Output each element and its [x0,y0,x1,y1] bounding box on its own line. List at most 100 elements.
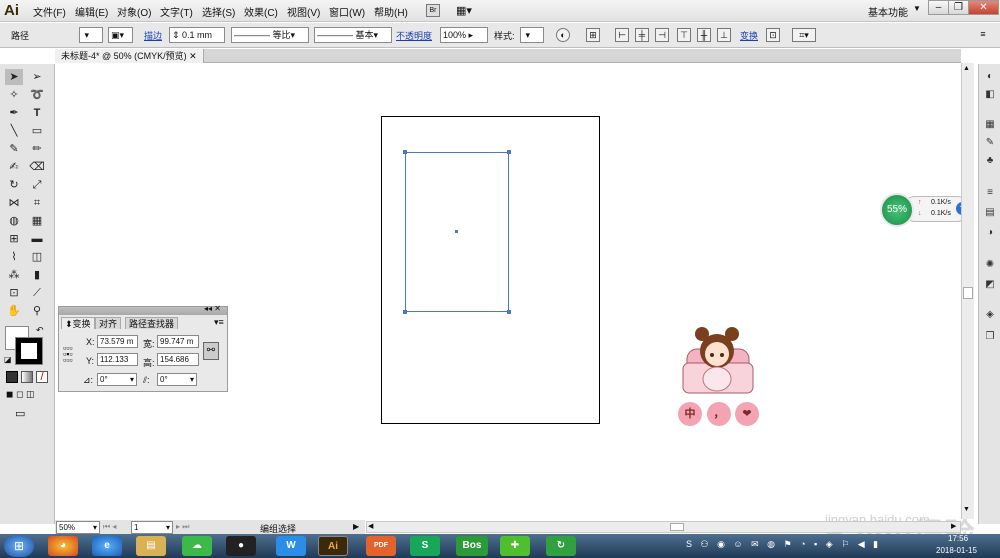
selection-tool-icon[interactable]: ➤ [5,69,23,85]
tab-pathfinder[interactable]: 路径查找器 [125,317,179,329]
artboard-number-field[interactable]: 1 ▾ [131,521,173,534]
menu-file[interactable]: 文件(F) [33,4,66,19]
scroll-down-icon[interactable]: ▼ [963,506,970,513]
scroll-right-icon[interactable]: ▶ [951,522,956,530]
rotate-angle-field[interactable]: 0° ▾ [97,373,137,386]
menu-view[interactable]: 视图(V) [287,4,320,19]
workspace-switcher[interactable]: 基本功能 [868,4,908,19]
bridge-button[interactable]: Br [426,4,440,17]
pen-tool-icon[interactable]: ✒ [5,105,23,121]
free-transform-tool-icon[interactable]: ⌗ [28,195,46,211]
hand-tool-icon[interactable]: ✋ [5,303,23,319]
mesh-tool-icon[interactable]: ⊞ [5,231,23,247]
app-explorer-icon[interactable]: ▤ [136,536,166,556]
app-bos-icon[interactable]: Bos [456,536,488,556]
minimize-icon[interactable]: – [928,0,949,15]
zoom-tool-icon[interactable]: ⚲ [28,303,46,319]
status-menu-icon[interactable]: ▶ [353,522,359,531]
none-mode-icon[interactable]: / [36,371,48,383]
column-graph-tool-icon[interactable]: ▮ [28,267,46,283]
constrain-proportions-icon[interactable]: ⚯ [203,342,219,360]
canvas-area[interactable]: 中 ， ❤ Baidu经验 jingyan.baidu.com [55,63,974,551]
swap-fill-stroke-icon[interactable]: ↶ [36,325,44,336]
align-left-icon[interactable]: ⊢ [615,28,629,42]
collapse-panel-icon[interactable]: ◂◂ ✕ [204,304,221,313]
y-field[interactable]: 112.133 [97,353,138,366]
height-field[interactable]: 154.686 [157,353,199,366]
brush-definition[interactable]: ———— 基本▾ [314,27,392,43]
perspective-grid-tool-icon[interactable]: ▦ [28,213,46,229]
rotate-tool-icon[interactable]: ↻ [5,177,23,193]
last-artboard-icon[interactable]: ▸ ⏭ [176,522,189,532]
handle-bottom-right[interactable] [507,310,511,314]
symbol-sprayer-tool-icon[interactable]: ⁂ [5,267,23,283]
direct-selection-tool-icon[interactable]: ➢ [28,69,46,85]
app-wps-writer-icon[interactable]: W [276,536,306,556]
x-field[interactable]: 73.579 m [97,335,138,348]
app-pdf-icon[interactable]: PDF [366,536,396,556]
eraser-tool-icon[interactable]: ⌫ [28,159,46,175]
lasso-tool-icon[interactable]: ➰ [28,87,46,103]
arrange-documents-icon[interactable]: ▦▾ [456,4,472,17]
eyedropper-tool-icon[interactable]: ⌇ [5,249,23,265]
shape-builder-tool-icon[interactable]: ◍ [5,213,23,229]
menu-text[interactable]: 文字(T) [160,4,193,19]
gradient-tool-icon[interactable]: ▬ [28,231,46,247]
style-swatch[interactable]: ▾ [520,27,544,43]
system-tray-icons[interactable]: S ⚇ ◉ ☺ ✉ ◍ ⚑ ◔ ▪ ◈ ⚐ ◀ ▮ [686,539,886,553]
paintbrush-tool-icon[interactable]: ✎ [5,141,23,157]
selected-rectangle[interactable] [403,150,511,314]
blob-brush-tool-icon[interactable]: ✍ [5,159,23,175]
close-icon[interactable]: ✕ [968,0,999,15]
start-button-icon[interactable]: ⊞ [4,535,34,557]
zoom-level-field[interactable]: 50% ▾ [56,521,100,534]
restore-icon[interactable]: ❐ [948,0,969,15]
appearance-panel-icon[interactable]: ✺ [983,258,997,271]
align-right-icon[interactable]: ⊣ [655,28,669,42]
align-center-icon[interactable]: ╪ [635,28,649,42]
symbols-panel-icon[interactable]: ♣ [983,154,997,167]
app-qq-icon[interactable]: ● [226,536,256,556]
brushes-panel-icon[interactable]: ✎ [983,136,997,149]
slice-tool-icon[interactable]: ⟋ [28,285,46,301]
close-tab-icon[interactable]: ✕ [189,51,197,61]
color-panel-icon[interactable]: ◐ [983,70,997,83]
swatches-panel-icon[interactable]: ▦ [983,118,997,131]
stroke-swatch[interactable] [15,337,43,365]
width-tool-icon[interactable]: ⋈ [5,195,23,211]
menu-object[interactable]: 对象(O) [117,4,151,19]
width-field[interactable]: 99.747 m [157,335,199,348]
align-to-icon[interactable]: ⊞ [586,28,600,42]
align-middle-icon[interactable]: ╫ [697,28,711,42]
blend-tool-icon[interactable]: ◫ [28,249,46,265]
menu-help[interactable]: 帮助(H) [374,4,408,19]
app-wechat-icon[interactable]: ☁ [182,536,212,556]
horizontal-scrollbar[interactable]: ◀ ▶ [366,521,961,533]
isolate-group-icon[interactable]: ⊡ [766,28,780,42]
app-ie-icon[interactable]: e [92,536,122,556]
pencil-tool-icon[interactable]: ✏ [28,141,46,157]
reference-point-icon[interactable]: ▫▫▫ ▫▪▫ ▫▫▫ [63,344,77,365]
menu-effect[interactable]: 效果(C) [244,4,278,19]
line-tool-icon[interactable]: ╲ [5,123,23,139]
color-guide-icon[interactable]: ◧ [983,88,997,101]
menu-window[interactable]: 窗口(W) [329,4,365,19]
panel-options-icon[interactable]: ▾≡ [214,317,224,328]
default-colors-icon[interactable]: ◪ [4,355,12,364]
gradient-mode-icon[interactable] [21,371,33,383]
color-mode-icon[interactable] [6,371,18,383]
stroke-panel-icon[interactable]: ≡ [983,186,997,199]
panel-header[interactable]: ◂◂ ✕ [59,304,227,315]
scroll-up-icon[interactable]: ▲ [963,65,970,72]
opacity-field[interactable]: 100% ▸ [440,27,488,43]
screen-mode-icon[interactable]: ▭ [15,407,33,420]
handle-bottom-left[interactable] [403,310,407,314]
stroke-link[interactable]: 描边 [144,29,162,42]
stroke-color-swatch[interactable]: ▣▾ [108,27,133,43]
type-tool-icon[interactable]: T [28,105,46,121]
menu-select[interactable]: 选择(S) [202,4,235,19]
magic-wand-tool-icon[interactable]: ✧ [5,87,23,103]
opacity-link[interactable]: 不透明度 [396,29,432,42]
variable-width-profile[interactable]: ———— 等比▾ [231,27,309,43]
transparency-panel-icon[interactable]: ◑ [983,226,997,239]
